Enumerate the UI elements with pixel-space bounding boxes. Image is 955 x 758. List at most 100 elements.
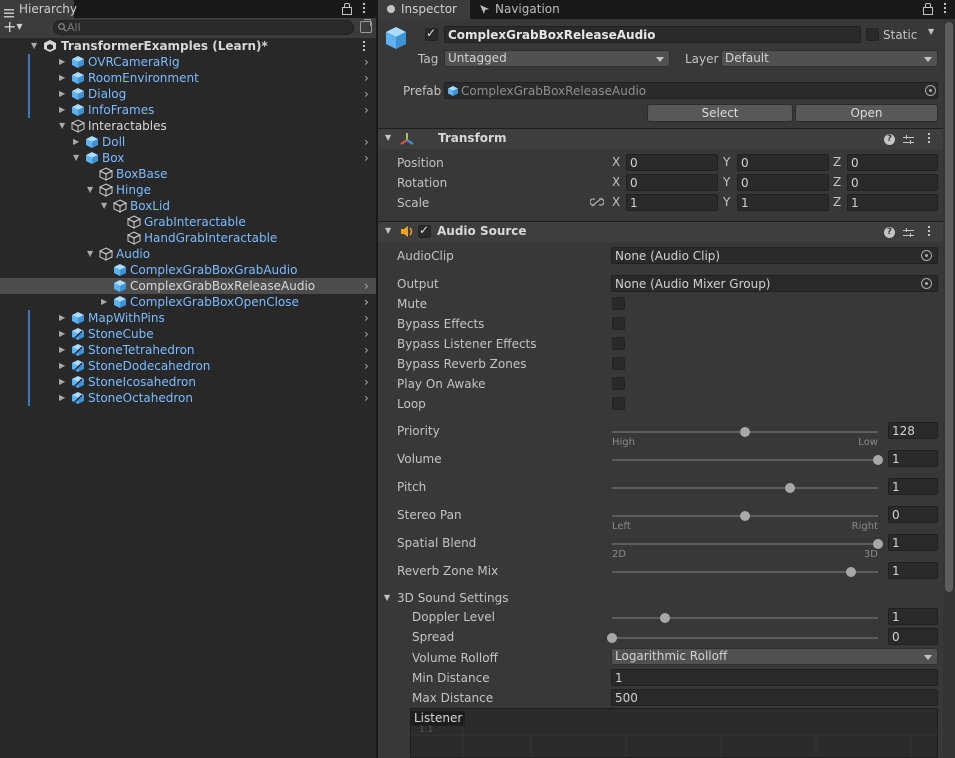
slider-thumb[interactable] [873, 539, 883, 549]
hierarchy-item[interactable]: ▶ StoneTetrahedron › [0, 342, 376, 358]
expand-arrow-icon[interactable]: ▼ [31, 38, 41, 54]
chevron-right-icon[interactable]: › [364, 358, 369, 374]
hierarchy-item[interactable]: ▶ StoneIcosahedron › [0, 374, 376, 390]
chevron-right-icon[interactable]: › [364, 326, 369, 342]
tag-dropdown[interactable]: Untagged [444, 50, 670, 67]
expand-arrow-icon[interactable]: ▶ [59, 342, 69, 358]
transform-y-input[interactable]: 0 [737, 174, 829, 191]
hierarchy-item[interactable]: ComplexGrabBoxReleaseAudio › [0, 278, 376, 294]
audio-source-header[interactable]: ▼ Audio Source ? [378, 221, 943, 242]
axis-y-label[interactable]: Y [723, 194, 730, 211]
slider-value-input[interactable]: 128 [888, 422, 938, 439]
slider-track[interactable] [612, 613, 878, 623]
hierarchy-item[interactable]: ▶ StoneOctahedron › [0, 390, 376, 406]
axis-z-label[interactable]: Z [833, 174, 841, 191]
expand-arrow-icon[interactable]: ▶ [59, 326, 69, 342]
inspector-tab[interactable]: Inspector [378, 0, 470, 19]
expand-arrow-icon[interactable]: ▼ [73, 150, 83, 166]
hierarchy-item[interactable]: ▶ RoomEnvironment › [0, 70, 376, 86]
open-button[interactable]: Open [795, 104, 938, 122]
scene-more-icon[interactable] [363, 41, 366, 53]
expand-arrow-icon[interactable]: ▶ [59, 102, 69, 118]
axis-x-label[interactable]: X [612, 174, 620, 191]
toggle-checkbox[interactable] [612, 377, 625, 390]
inspector-more-icon[interactable] [944, 3, 947, 15]
hierarchy-item[interactable]: BoxBase [0, 166, 376, 182]
slider-value-input[interactable]: 1 [888, 608, 938, 625]
navigation-tab[interactable]: Navigation [479, 0, 579, 18]
output-field[interactable]: None (Audio Mixer Group) [611, 275, 938, 292]
slider-thumb[interactable] [785, 483, 795, 493]
expand-arrow-icon[interactable]: ▶ [59, 390, 69, 406]
expand-arrow-icon[interactable]: ▶ [59, 358, 69, 374]
audio-more-icon[interactable] [928, 226, 931, 238]
hierarchy-item[interactable]: ▶ Dialog › [0, 86, 376, 102]
active-checkbox[interactable] [425, 26, 438, 41]
slider-value-input[interactable]: 1 [888, 478, 938, 495]
chevron-right-icon[interactable]: › [364, 70, 369, 86]
presets-icon[interactable] [903, 134, 914, 145]
hierarchy-item[interactable]: ▶ MapWithPins › [0, 310, 376, 326]
output-picker-icon[interactable] [921, 278, 932, 289]
slider-thumb[interactable] [873, 455, 883, 465]
sound3d-collapse-arrow-icon[interactable]: ▼ [384, 593, 390, 602]
hierarchy-item[interactable]: ▶ Doll › [0, 134, 376, 150]
constrain-proportions-icon[interactable] [590, 197, 604, 207]
expand-arrow-icon[interactable]: ▶ [59, 54, 69, 70]
chevron-right-icon[interactable]: › [364, 342, 369, 358]
toggle-checkbox[interactable] [612, 357, 625, 370]
transform-z-input[interactable]: 0 [847, 154, 938, 171]
select-button[interactable]: Select [647, 104, 793, 122]
hierarchy-item[interactable]: ▼ Box › [0, 150, 376, 166]
toggle-checkbox[interactable] [612, 297, 625, 310]
audio-presets-icon[interactable] [903, 227, 914, 238]
chevron-right-icon[interactable]: › [364, 150, 369, 166]
axis-x-label[interactable]: X [612, 194, 620, 211]
rolloff-graph[interactable]: Listener 1.1 [410, 708, 938, 758]
hierarchy-item[interactable]: ▼ Hinge [0, 182, 376, 198]
lock-icon[interactable] [342, 3, 352, 15]
expand-arrow-icon[interactable]: ▶ [59, 310, 69, 326]
hierarchy-item[interactable]: GrabInteractable [0, 214, 376, 230]
axis-y-label[interactable]: Y [723, 154, 730, 171]
hierarchy-item[interactable]: ▶ OVRCameraRig › [0, 54, 376, 70]
min-distance-input[interactable]: 1 [611, 669, 938, 686]
transform-z-input[interactable]: 1 [847, 194, 938, 211]
slider-track[interactable] [612, 455, 883, 465]
chevron-right-icon[interactable]: › [364, 294, 369, 310]
scrollbar-thumb[interactable] [945, 22, 953, 592]
expand-arrow-icon[interactable]: ▶ [59, 70, 69, 86]
chevron-right-icon[interactable]: › [364, 278, 369, 294]
chevron-right-icon[interactable]: › [364, 390, 369, 406]
scene-visibility-icon[interactable] [360, 19, 372, 33]
hierarchy-item[interactable]: ▼ BoxLid [0, 198, 376, 214]
chevron-right-icon[interactable]: › [364, 86, 369, 102]
hierarchy-item[interactable]: ComplexGrabBoxGrabAudio [0, 262, 376, 278]
sound3d-title[interactable]: 3D Sound Settings [397, 590, 509, 606]
help-icon[interactable]: ? [884, 134, 895, 145]
axis-z-label[interactable]: Z [833, 194, 841, 211]
audioclip-field[interactable]: None (Audio Clip) [611, 247, 938, 264]
hierarchy-item[interactable]: ▶ InfoFrames › [0, 102, 376, 118]
slider-thumb[interactable] [660, 613, 670, 623]
transform-header[interactable]: ▼ Transform ? [378, 128, 943, 149]
hierarchy-item[interactable]: ▼ Interactables [0, 118, 376, 134]
expand-arrow-icon[interactable]: ▶ [73, 134, 83, 150]
slider-value-input[interactable]: 1 [888, 562, 938, 579]
static-checkbox[interactable] [866, 28, 879, 41]
more-options-icon[interactable] [363, 3, 366, 15]
toggle-checkbox[interactable] [612, 337, 625, 350]
slider-track[interactable] [612, 539, 883, 549]
layer-dropdown[interactable]: Default [721, 50, 938, 67]
chevron-right-icon[interactable]: › [364, 102, 369, 118]
chevron-right-icon[interactable]: › [364, 134, 369, 150]
expand-arrow-icon[interactable]: ▶ [59, 374, 69, 390]
transform-x-input[interactable]: 1 [626, 194, 718, 211]
expand-arrow-icon[interactable]: ▶ [59, 86, 69, 102]
transform-y-input[interactable]: 0 [737, 154, 829, 171]
slider-value-input[interactable]: 0 [888, 506, 938, 523]
toggle-checkbox[interactable] [612, 397, 625, 410]
audio-help-icon[interactable]: ? [884, 227, 895, 238]
axis-y-label[interactable]: Y [723, 174, 730, 191]
slider-track[interactable] [612, 511, 878, 521]
